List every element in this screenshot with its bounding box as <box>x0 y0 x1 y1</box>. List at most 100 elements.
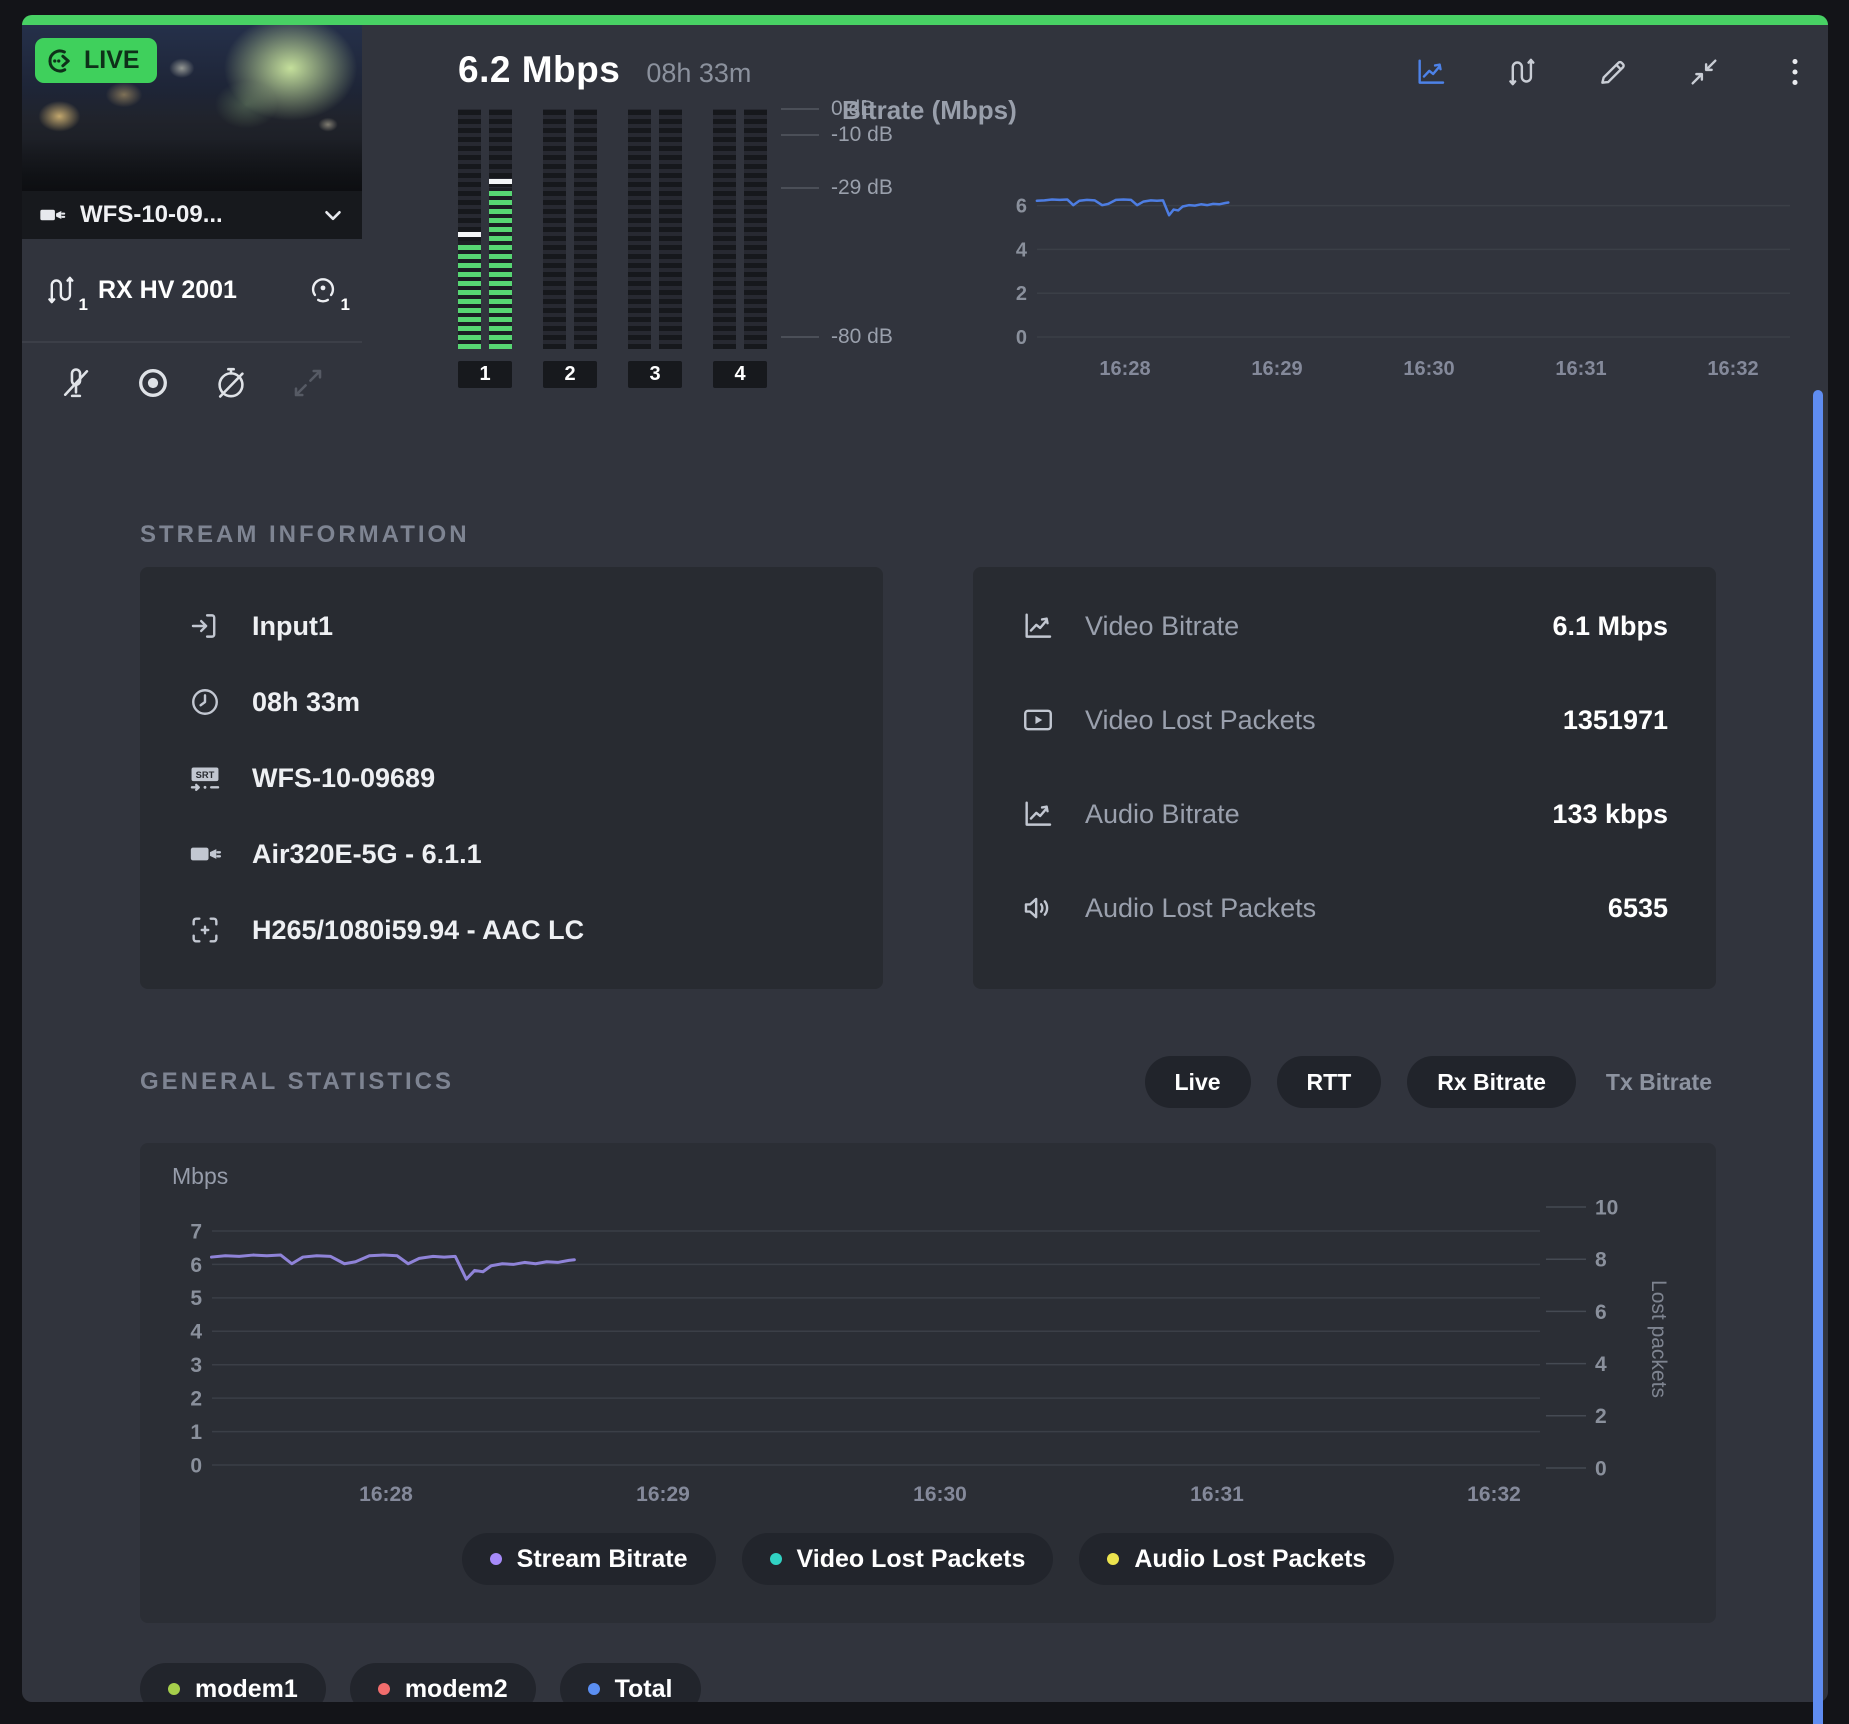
svg-text:4: 4 <box>1595 1353 1607 1376</box>
legend-dot <box>770 1553 782 1565</box>
svg-text:16:31: 16:31 <box>1190 1483 1244 1506</box>
legend-modem2[interactable]: modem2 <box>350 1663 536 1702</box>
stream-stats-card: Video Bitrate6.1 Mbps Video Lost Packets 1… <box>973 567 1716 989</box>
legend-total[interactable]: Total <box>560 1663 701 1702</box>
svg-text:5: 5 <box>190 1287 202 1310</box>
stream-detail-row: 08h 33m <box>188 683 835 721</box>
legend-label: modem1 <box>195 1675 298 1703</box>
legend-modem1[interactable]: modem1 <box>140 1663 326 1702</box>
svg-text:SRT: SRT <box>196 770 215 780</box>
mic-off-icon <box>58 365 94 401</box>
device-selector[interactable]: WFS-10-09... <box>22 191 362 239</box>
legend-label: Stream Bitrate <box>517 1545 688 1574</box>
svg-text:1: 1 <box>190 1421 202 1444</box>
resolution-icon <box>188 913 222 947</box>
svg-text:6: 6 <box>190 1254 202 1277</box>
collapse-button[interactable] <box>1687 55 1721 89</box>
filter-rx-bitrate[interactable]: Rx Bitrate <box>1407 1056 1576 1108</box>
interfaces-count: 1 <box>79 295 88 315</box>
stream-details-card: Input108h 33mSRTWFS-10-09689Air320E-5G -… <box>140 567 883 989</box>
db-tick <box>781 108 819 110</box>
svg-text:2: 2 <box>1016 283 1027 305</box>
edit-button[interactable] <box>1596 55 1630 89</box>
timer-off-icon <box>213 365 249 401</box>
collapse-icon <box>1687 55 1721 89</box>
svg-text:16:28: 16:28 <box>1099 358 1150 380</box>
legend-dot <box>378 1683 390 1695</box>
legend-video-lost-packets[interactable]: Video Lost Packets <box>742 1533 1054 1585</box>
audio-meter-channel-4: 4 <box>713 109 767 388</box>
stat-label: Audio Lost Packets <box>1085 893 1578 924</box>
filter-live[interactable]: Live <box>1145 1056 1251 1108</box>
timer-off-button[interactable] <box>213 365 249 401</box>
filter-rtt[interactable]: RTT <box>1277 1056 1382 1108</box>
meter-channel-label: 1 <box>458 361 512 388</box>
svg-text:6: 6 <box>1595 1301 1607 1324</box>
series-stream-bitrate <box>211 1255 574 1279</box>
svg-text:16:32: 16:32 <box>1707 358 1758 380</box>
stat-label: Video Lost Packets <box>1085 705 1533 736</box>
interfaces-count-badge: 1 <box>44 273 78 307</box>
preview-column: LIVE WFS-10-09... 1 RX HV 2001 1 <box>22 25 362 425</box>
record-icon <box>135 365 171 401</box>
live-status-bar <box>22 15 1828 25</box>
legend-stream-bitrate[interactable]: Stream Bitrate <box>462 1533 716 1585</box>
microphone-muted-button[interactable] <box>58 365 94 401</box>
stream-detail-text: H265/1080i59.94 - AAC LC <box>252 915 584 946</box>
receiver-row: 1 RX HV 2001 1 <box>22 239 362 343</box>
input-icon <box>188 609 222 643</box>
stream-detail-text: 08h 33m <box>252 687 360 718</box>
stream-header: LIVE WFS-10-09... 1 RX HV 2001 1 <box>22 25 1828 425</box>
camera-icon <box>38 201 66 229</box>
more-menu-button[interactable] <box>1778 55 1812 89</box>
interfaces-view-button[interactable] <box>1505 55 1539 89</box>
graph-view-button[interactable] <box>1414 55 1448 89</box>
scrollbar-thumb[interactable] <box>1813 390 1823 1724</box>
svg-text:16:29: 16:29 <box>1251 358 1302 380</box>
meter-channel-label: 3 <box>628 361 682 388</box>
stream-monitor-card: LIVE WFS-10-09... 1 RX HV 2001 1 <box>22 15 1828 1702</box>
legend-dot <box>490 1553 502 1565</box>
legend-label: modem2 <box>405 1675 508 1703</box>
svg-text:16:32: 16:32 <box>1467 1483 1521 1506</box>
bitrate-mini: 024616:2816:2916:3016:3116:32 <box>839 131 1799 389</box>
stream-information-section: STREAM INFORMATION Input108h 33mSRTWFS-1… <box>22 521 1828 989</box>
svg-text:0: 0 <box>1595 1457 1607 1480</box>
meter-bar <box>628 109 651 349</box>
svg-text:2: 2 <box>190 1387 202 1410</box>
general-statistics-title: GENERAL STATISTICS <box>140 1068 454 1096</box>
stream-detail-text: Air320E-5G - 6.1.1 <box>252 839 482 870</box>
legend-dot <box>168 1683 180 1695</box>
svg-text:16:29: 16:29 <box>636 1483 690 1506</box>
current-bitrate: 6.2 Mbps <box>458 49 620 91</box>
svg-text:7: 7 <box>190 1220 202 1243</box>
record-button[interactable] <box>135 365 171 401</box>
stream-detail-text: Input1 <box>252 611 333 642</box>
legend-audio-lost-packets[interactable]: Audio Lost Packets <box>1079 1533 1394 1585</box>
interfaces-icon <box>1505 55 1539 89</box>
general-statistics-chart-panel: Mbps 0123456716:2816:2916:3016:3116:3202… <box>140 1143 1716 1623</box>
bitrate-mini-chart: Bitrate (Mbps) 024616:2816:2916:3016:311… <box>839 95 1809 394</box>
svg-text:4: 4 <box>1016 239 1028 261</box>
legend-label: Audio Lost Packets <box>1134 1545 1366 1574</box>
legend-dot <box>588 1683 600 1695</box>
srt-icon: SRT <box>188 761 222 795</box>
stream-stat-row: Video Bitrate6.1 Mbps <box>1021 607 1668 645</box>
svg-text:16:30: 16:30 <box>913 1483 967 1506</box>
video-thumbnail[interactable]: LIVE <box>22 25 362 191</box>
stat-value: 133 kbps <box>1552 799 1668 830</box>
svg-text:6: 6 <box>1016 196 1027 218</box>
meter-bar <box>489 109 512 349</box>
trend-chart-icon <box>1021 609 1055 643</box>
expand-button[interactable] <box>290 365 326 401</box>
camera-icon <box>188 837 222 871</box>
svg-text:8: 8 <box>1595 1249 1607 1272</box>
meter-bar <box>744 109 767 349</box>
speaker-icon <box>1021 891 1055 925</box>
meter-bar <box>543 109 566 349</box>
meter-bar <box>574 109 597 349</box>
filter-tx-bitrate[interactable]: Tx Bitrate <box>1602 1056 1716 1108</box>
header-actions <box>1414 55 1812 89</box>
meter-bar <box>458 109 481 349</box>
db-tick <box>781 134 819 136</box>
